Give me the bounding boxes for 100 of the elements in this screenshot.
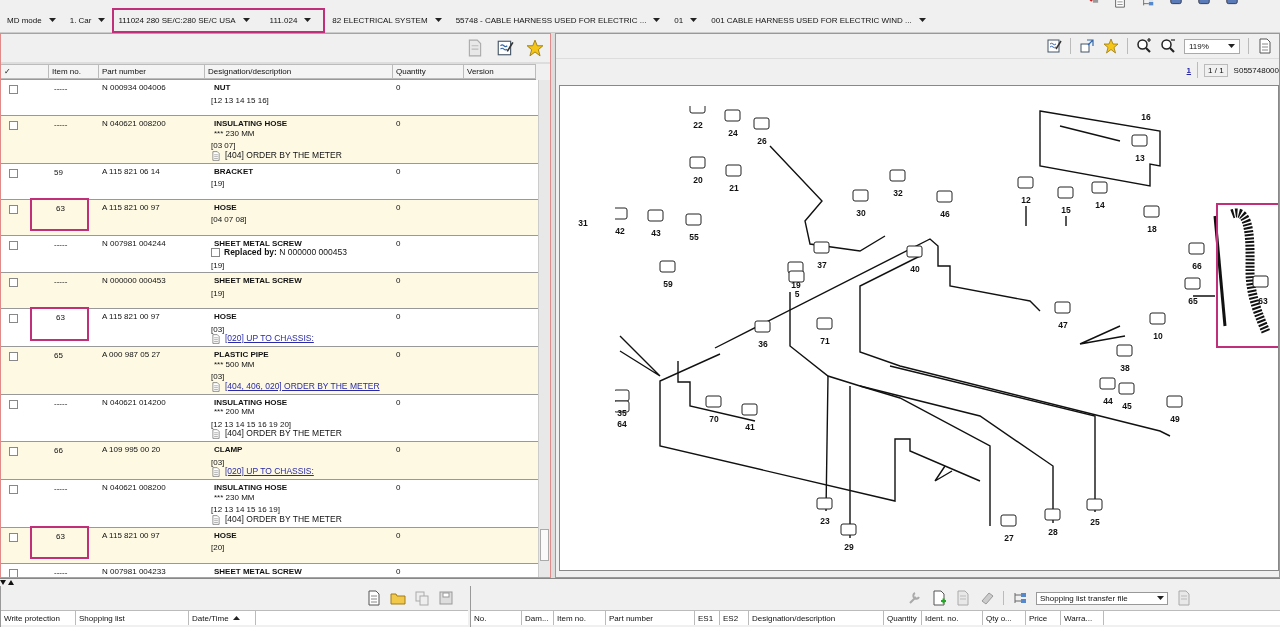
table-row[interactable]: 63 A 115 821 00 97 HOSE [03] [020] UP TO CHASSIS: 0 (1, 309, 538, 347)
footnote-link[interactable]: [020] UP TO CHASSIS: (225, 334, 314, 344)
row-checkbox[interactable] (9, 485, 18, 494)
eraser-icon[interactable] (979, 590, 995, 606)
callout-number[interactable]: 20 (693, 175, 703, 185)
scrollbar-thumb[interactable] (540, 529, 549, 561)
callout-number[interactable]: 29 (844, 542, 854, 552)
callout-number[interactable]: 12 (1021, 195, 1031, 205)
callout-number[interactable]: 18 (1147, 224, 1157, 234)
callout-number[interactable]: 64 (617, 419, 627, 429)
column-header[interactable]: Quantity (393, 64, 464, 79)
callout-number[interactable]: 71 (820, 336, 830, 346)
page-link[interactable]: 1 (1186, 65, 1192, 75)
callout-number[interactable]: 41 (745, 422, 755, 432)
column-header[interactable]: ES2 (720, 611, 749, 625)
column-header[interactable]: No. (471, 611, 522, 625)
callout-number[interactable]: 24 (728, 128, 738, 138)
footnote-link[interactable]: [404, 406, 020] ORDER BY THE METER (225, 381, 380, 392)
row-checkbox[interactable] (9, 399, 18, 409)
breadcrumb-dropdown[interactable]: 82 ELECTRICAL SYSTEM (325, 7, 449, 33)
callout-number[interactable]: 55 (689, 232, 699, 242)
callout-number[interactable]: 35 (617, 408, 627, 418)
callout-number[interactable]: 63 (1258, 296, 1268, 306)
folder-icon[interactable] (390, 590, 406, 606)
row-checkbox[interactable] (9, 204, 18, 214)
callout-number[interactable]: 21 (729, 183, 739, 193)
breadcrumb-dropdown[interactable]: MD mode (0, 7, 63, 33)
breadcrumb-dropdown[interactable]: 111024 280 SE/C:280 SE/C USA (112, 7, 260, 33)
callout-number[interactable]: 38 (1120, 363, 1130, 373)
star-icon[interactable] (526, 39, 544, 57)
column-header[interactable]: Quantity (884, 611, 922, 625)
column-header[interactable]: Ident. no. (922, 611, 983, 625)
column-header[interactable]: Dam... (522, 611, 554, 625)
callout-number[interactable]: 46 (940, 209, 950, 219)
callout-number[interactable]: 45 (1122, 401, 1132, 411)
callout-number[interactable]: 16 (1141, 112, 1151, 122)
column-header[interactable]: Designation/description (749, 611, 884, 625)
document-icon[interactable] (211, 150, 221, 161)
callout-number[interactable]: 65 (1188, 296, 1198, 306)
table-row[interactable]: 63 A 115 821 00 97 HOSE [04 07 08] 0 (1, 199, 538, 236)
row-checkbox[interactable] (9, 121, 18, 130)
column-header[interactable]: Warra... (1061, 611, 1104, 625)
document-icon[interactable] (366, 590, 382, 606)
breadcrumb-dropdown[interactable]: 001 CABLE HARNESS USED FOR ELECTRIC WIND ... (704, 7, 933, 33)
save-icon[interactable] (438, 590, 454, 606)
callout-number[interactable]: 14 (1095, 200, 1105, 210)
callout-number[interactable]: 37 (817, 260, 827, 270)
column-header[interactable]: Date/Time (189, 611, 256, 625)
notes-icon[interactable] (496, 39, 514, 57)
document-icon[interactable] (211, 467, 221, 477)
callout-number[interactable]: 42 (615, 226, 625, 236)
column-header[interactable]: ES1 (695, 611, 720, 625)
table-row[interactable]: ----- N 040621 008200 INSULATING HOSE *** 230 MM [03 07] [404] ORDER BY THE METER 0 (1, 116, 538, 164)
document-icon[interactable] (211, 381, 221, 392)
callout-number[interactable]: 31 (578, 218, 588, 228)
expand-icon[interactable] (1079, 38, 1095, 54)
footnote-link[interactable]: [020] UP TO CHASSIS: (225, 467, 314, 477)
column-header[interactable]: Part number (606, 611, 695, 625)
callout-number[interactable]: 66 (1192, 261, 1202, 271)
column-header[interactable]: Item no. (49, 64, 99, 79)
column-header[interactable]: Shopping list (76, 611, 189, 625)
scrollbar[interactable] (538, 80, 550, 577)
row-checkbox[interactable] (9, 240, 18, 250)
breadcrumb-dropdown[interactable]: 1. Car (62, 7, 113, 33)
callout-number[interactable]: 25 (1090, 517, 1100, 527)
row-checkbox[interactable] (9, 568, 18, 577)
table-row[interactable]: 65 A 000 987 05 27 PLASTIC PIPE *** 500 MM [03] [404, 406, 020] ORDER BY THE METER 0 (1, 347, 538, 395)
star-icon[interactable] (1103, 38, 1119, 54)
row-checkbox[interactable] (9, 532, 18, 542)
table-row[interactable]: ----- N 000000 000453 SHEET METAL SCREW [19] 0 (1, 273, 538, 309)
callout-number[interactable]: 36 (758, 339, 768, 349)
callout-number[interactable]: 30 (856, 208, 866, 218)
callout-number[interactable]: 23 (820, 516, 830, 526)
tree-icon[interactable] (1012, 590, 1028, 606)
table-row[interactable]: 66 A 109 995 00 20 CLAMP [03] [020] UP TO CHASSIS: 0 (1, 442, 538, 480)
callout-number[interactable]: 27 (1004, 533, 1014, 543)
zoom-select[interactable]: 119% (1184, 38, 1240, 54)
callout-number[interactable]: 59 (663, 279, 673, 289)
callout-number[interactable]: 26 (757, 136, 767, 146)
breadcrumb-dropdown[interactable]: 55748 - CABLE HARNESS USED FOR ELECTRIC ... (448, 7, 668, 33)
row-checkbox[interactable] (9, 278, 18, 287)
zoom-out-icon[interactable] (1160, 38, 1176, 54)
column-header[interactable]: ✓ (1, 64, 49, 79)
column-header[interactable]: Qty o... (983, 611, 1026, 625)
row-checkbox[interactable] (9, 447, 18, 456)
add-document-icon[interactable] (931, 590, 947, 606)
callout-number[interactable]: 28 (1048, 527, 1058, 537)
column-header[interactable]: Item no. (554, 611, 606, 625)
tools-icon[interactable] (907, 590, 923, 606)
column-header[interactable]: Version (464, 64, 536, 79)
document-icon[interactable] (211, 334, 221, 344)
document-icon[interactable] (211, 514, 221, 525)
callout-number[interactable]: 49 (1170, 414, 1180, 424)
callout-number[interactable]: 70 (709, 414, 719, 424)
zoom-in-icon[interactable] (1136, 38, 1152, 54)
document-icon[interactable] (1257, 38, 1273, 54)
callout-number[interactable]: 22 (693, 120, 703, 130)
breadcrumb-dropdown[interactable]: 01 (667, 7, 705, 33)
row-checkbox[interactable] (9, 352, 18, 361)
document-icon[interactable] (211, 429, 221, 439)
